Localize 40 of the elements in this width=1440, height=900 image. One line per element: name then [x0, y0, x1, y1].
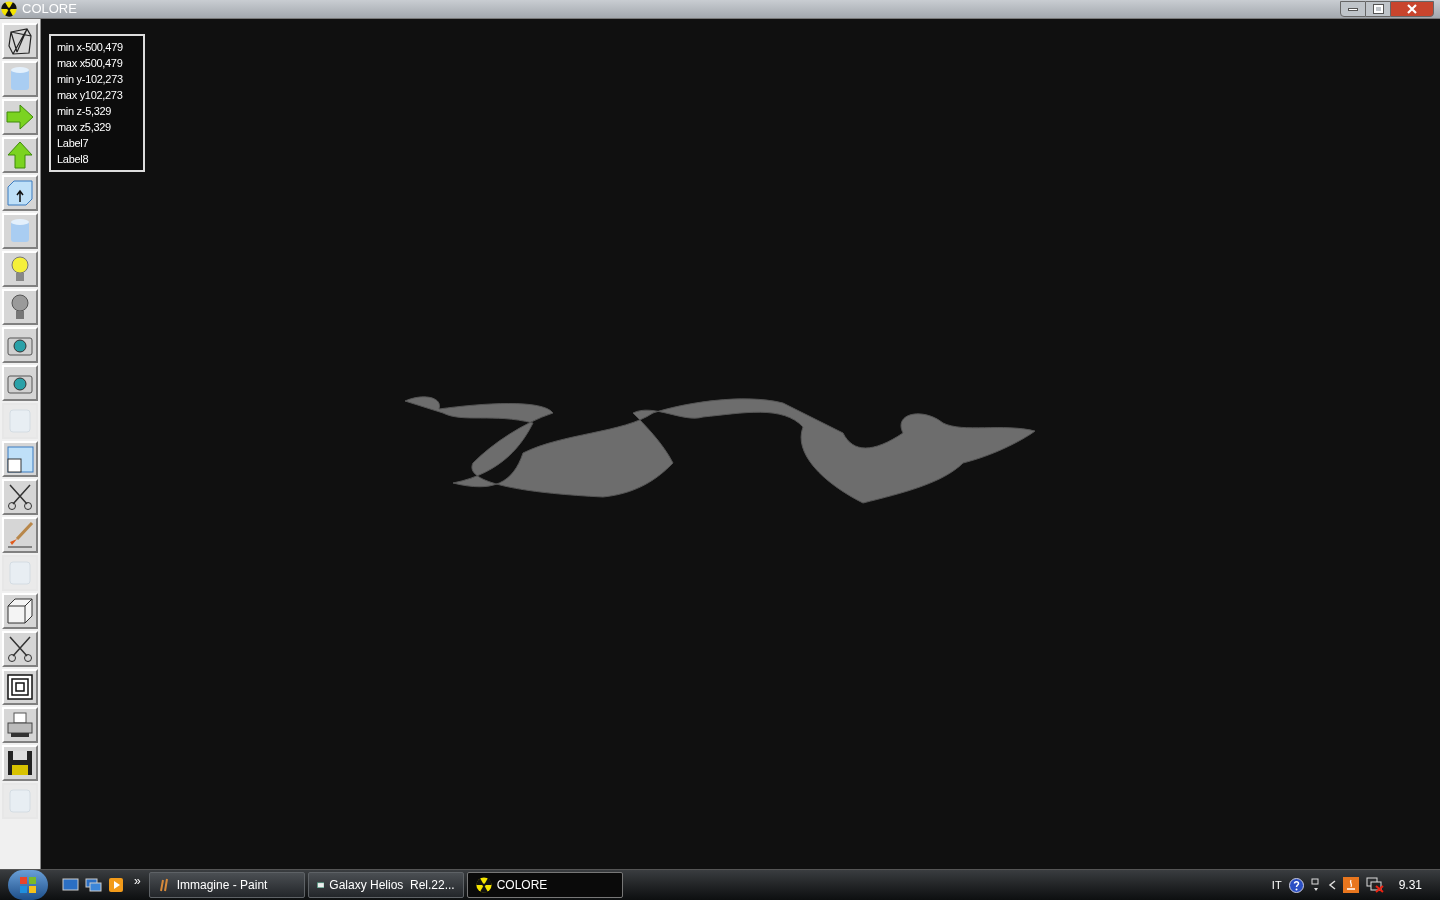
clock[interactable]: 9.31: [1398, 876, 1422, 894]
windows-logo-icon: [19, 876, 37, 894]
chevron-left-icon[interactable]: [1327, 880, 1336, 890]
maximize-button[interactable]: [1366, 1, 1390, 17]
info-label: max z5,329: [57, 120, 112, 135]
window-icon: [5, 444, 35, 474]
start-button[interactable]: [8, 870, 48, 900]
window-title: COLORE: [22, 0, 77, 19]
media-player-icon[interactable]: [108, 877, 124, 893]
close-icon: [1407, 4, 1417, 14]
close-button[interactable]: [1390, 1, 1434, 17]
desktop-icon[interactable]: [62, 877, 79, 893]
help-icon[interactable]: [1288, 877, 1304, 893]
info-label: Label8: [57, 152, 90, 167]
taskbar-button[interactable]: COLORE: [466, 872, 623, 898]
printer-icon: [5, 710, 35, 740]
info-label: min x-500,479: [57, 40, 124, 55]
taskbar-button[interactable]: Galaxy Helios Rel.22...: [307, 872, 464, 898]
java-icon[interactable]: [1342, 877, 1359, 893]
concentric-squares-icon: [5, 672, 35, 702]
network-disconnected-icon[interactable]: [1365, 877, 1384, 893]
radiation-icon: [1, 1, 17, 17]
language-indicator[interactable]: IT: [1271, 876, 1282, 894]
info-label: max x500,479: [57, 56, 124, 71]
windows-switch-icon[interactable]: [85, 877, 102, 893]
cube-icon: [5, 596, 35, 626]
wireframe-icon: [5, 26, 35, 56]
info-label: Label7: [57, 136, 90, 151]
taskbar-button[interactable]: Immagine - Paint: [148, 872, 305, 898]
box-arrow-icon: [5, 178, 35, 208]
scissors-icon: [5, 482, 35, 512]
minimize-button[interactable]: [1340, 1, 1366, 17]
info-label: max y102,273: [57, 88, 124, 103]
info-label: min y-102,273: [57, 72, 124, 87]
overflow-button[interactable]: »: [134, 872, 141, 890]
arrow-right-icon: [5, 102, 35, 132]
info-label: min z-5,329: [57, 104, 113, 119]
arrow-up-icon: [5, 140, 35, 170]
scissors-icon: [5, 634, 35, 664]
radiation-icon: [475, 877, 492, 893]
